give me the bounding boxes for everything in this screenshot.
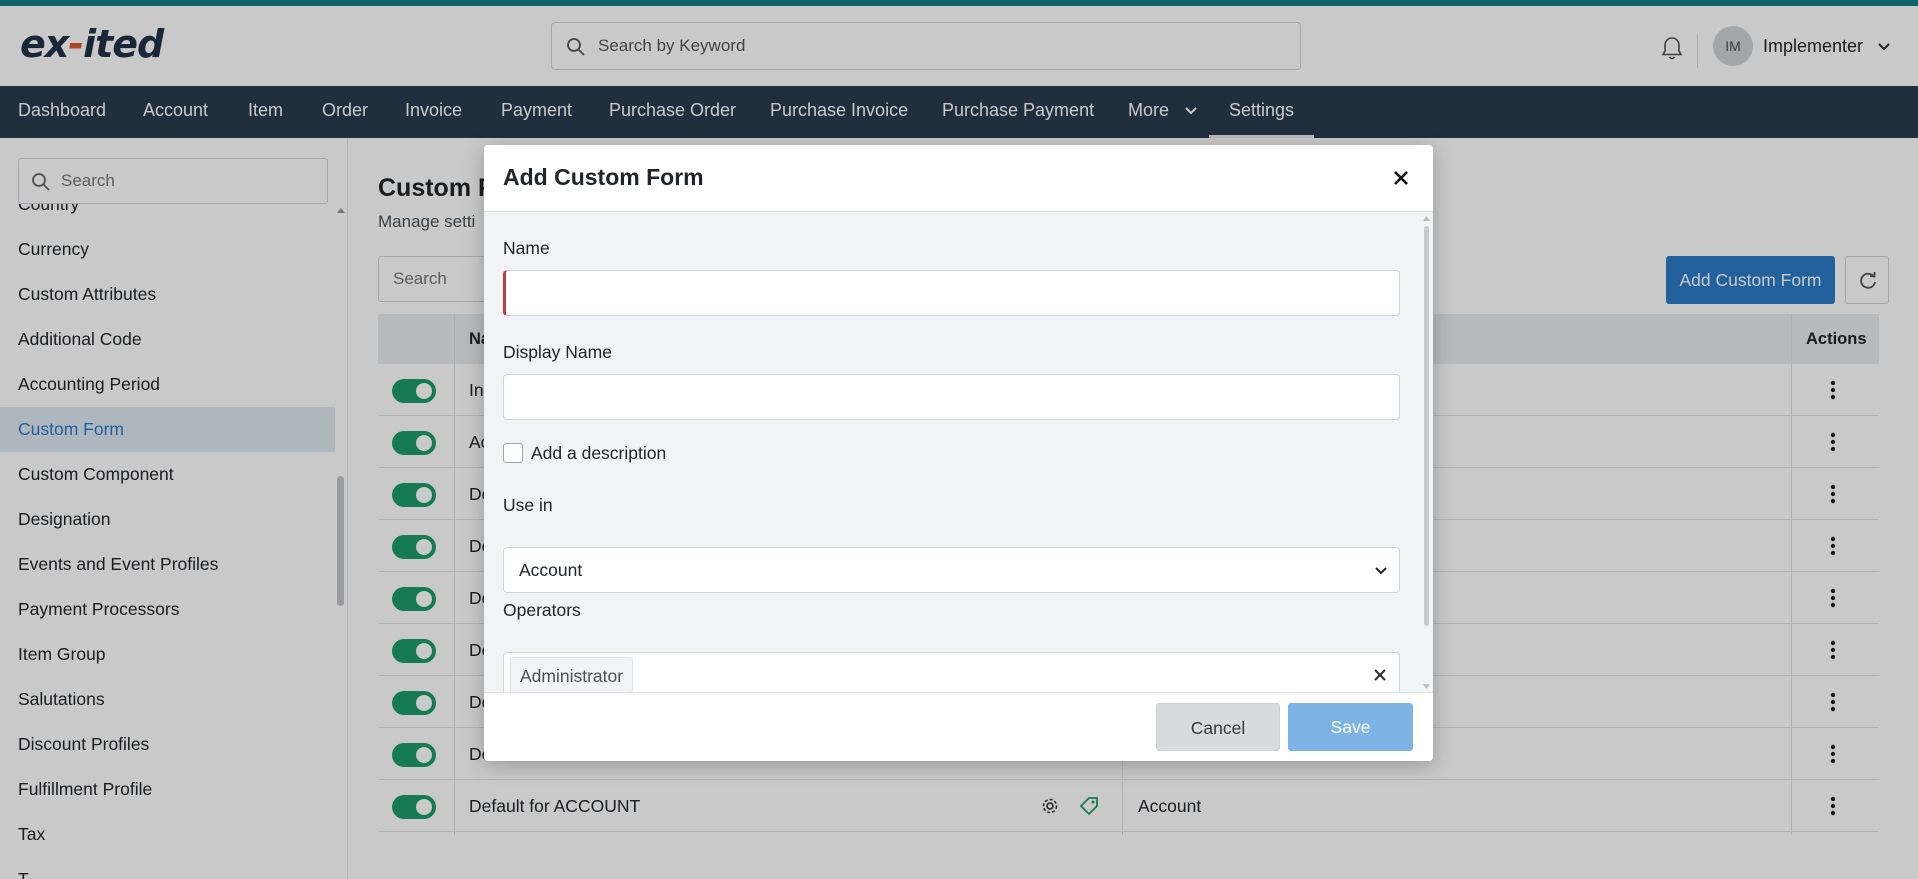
chevron-down-icon [1375,567,1387,575]
add-description-checkbox[interactable] [503,443,523,463]
display-name-input[interactable] [503,374,1400,420]
scroll-down-arrow-icon[interactable] [1422,683,1431,690]
cancel-button[interactable]: Cancel [1156,703,1280,751]
use-in-select[interactable]: Account [503,547,1400,593]
operator-chip[interactable]: Administrator [510,657,634,693]
scroll-up-arrow-icon[interactable] [1422,215,1431,222]
modal-scrollbar[interactable] [1424,226,1429,626]
display-name-label: Display Name [503,342,612,362]
add-custom-form-modal: Add Custom Form Name Display Name Add a … [484,145,1433,761]
modal-footer: Cancel Save [484,692,1433,761]
clear-icon[interactable] [1373,668,1387,682]
use-in-label: Use in [503,495,553,515]
modal-header: Add Custom Form [484,145,1433,212]
save-button[interactable]: Save [1288,703,1413,751]
name-input[interactable] [503,270,1400,316]
operators-label: Operators [503,600,581,620]
use-in-selected-value: Account [519,560,583,580]
name-label: Name [503,238,550,258]
close-icon[interactable] [1390,167,1412,189]
modal-title: Add Custom Form [503,164,704,190]
add-description-label[interactable]: Add a description [531,443,666,464]
modal-body: Name Display Name Add a description Use … [484,212,1433,698]
